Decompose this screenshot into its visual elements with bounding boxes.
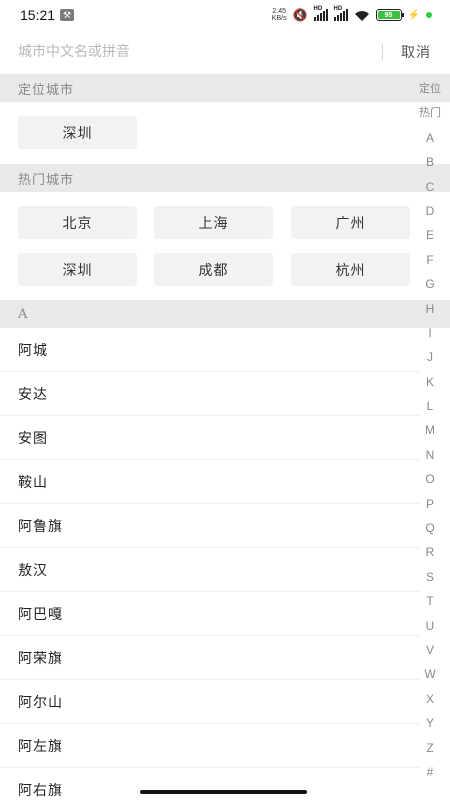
status-bar: 15:21 ⚒ 2.45 KB/s 🔇 HD HD 95 ⚡ bbox=[0, 0, 450, 30]
index-letter-F[interactable]: F bbox=[426, 248, 433, 272]
index-letter-热门[interactable]: 热门 bbox=[419, 101, 441, 125]
status-dot-icon bbox=[426, 12, 432, 18]
hd-label: HD bbox=[333, 6, 343, 12]
city-list-item[interactable]: 安达 bbox=[0, 372, 420, 416]
index-letter-K[interactable]: K bbox=[426, 370, 434, 394]
index-letter-G[interactable]: G bbox=[425, 272, 434, 296]
hot-city-chip[interactable]: 北京 bbox=[18, 206, 137, 239]
cancel-button[interactable]: 取消 bbox=[401, 42, 431, 62]
city-list-item[interactable]: 阿巴嘎 bbox=[0, 592, 420, 636]
battery-icon: 95 bbox=[375, 9, 404, 21]
hot-city-chip[interactable]: 杭州 bbox=[291, 253, 410, 286]
index-letter-N[interactable]: N bbox=[426, 443, 435, 467]
city-list-item[interactable]: 阿左旗 bbox=[0, 724, 420, 768]
network-speed-value: 2.45 bbox=[272, 8, 286, 15]
hot-city-chip[interactable]: 深圳 bbox=[18, 253, 137, 286]
divider bbox=[382, 44, 383, 60]
index-letter-I[interactable]: I bbox=[428, 321, 431, 345]
index-letter-T[interactable]: T bbox=[426, 589, 433, 613]
status-time: 15:21 bbox=[20, 7, 56, 23]
hd-label: HD bbox=[313, 6, 323, 12]
index-letter-H[interactable]: H bbox=[426, 297, 435, 321]
letter-section-header: A bbox=[0, 300, 450, 328]
search-input[interactable] bbox=[0, 30, 365, 74]
hot-city-chip[interactable]: 广州 bbox=[291, 206, 410, 239]
location-section-header: 定位城市 bbox=[0, 74, 450, 102]
signal-icon: HD bbox=[313, 6, 328, 21]
index-letter-A[interactable]: A bbox=[426, 126, 434, 150]
index-letter-Y[interactable]: Y bbox=[426, 711, 434, 735]
index-letter-J[interactable]: J bbox=[427, 345, 433, 369]
wrench-icon: ⚒ bbox=[60, 9, 75, 21]
index-letter-M[interactable]: M bbox=[425, 418, 435, 442]
city-list: 阿城 安达 安图 鞍山 阿鲁旗 敖汉 阿巴嘎 阿荣旗 阿尔山 阿左旗 阿右旗 bbox=[0, 328, 420, 800]
index-letter-B[interactable]: B bbox=[426, 150, 434, 174]
index-letter-O[interactable]: O bbox=[425, 467, 434, 491]
city-list-item[interactable]: 阿城 bbox=[0, 328, 420, 372]
network-speed: 2.45 KB/s bbox=[272, 8, 287, 22]
hot-city-chip[interactable]: 上海 bbox=[154, 206, 273, 239]
index-letter-C[interactable]: C bbox=[426, 175, 435, 199]
city-list-item[interactable]: 安图 bbox=[0, 416, 420, 460]
vibrate-mute-icon: 🔇 bbox=[292, 8, 308, 22]
city-list-item[interactable]: 阿鲁旗 bbox=[0, 504, 420, 548]
index-letter-定位[interactable]: 定位 bbox=[419, 77, 441, 101]
index-letter-X[interactable]: X bbox=[426, 687, 434, 711]
index-letter-D[interactable]: D bbox=[426, 199, 435, 223]
index-letter-R[interactable]: R bbox=[426, 540, 435, 564]
index-letter-S[interactable]: S bbox=[426, 565, 434, 589]
city-list-item[interactable]: 阿尔山 bbox=[0, 680, 420, 724]
battery-level: 95 bbox=[377, 11, 400, 19]
search-bar: 取消 bbox=[0, 30, 450, 74]
signal-icon: HD bbox=[333, 6, 348, 21]
index-letter-V[interactable]: V bbox=[426, 638, 434, 662]
city-list-item[interactable]: 鞍山 bbox=[0, 460, 420, 504]
city-list-item[interactable]: 阿右旗 bbox=[0, 768, 420, 800]
wifi-icon bbox=[354, 9, 370, 21]
index-letter-E[interactable]: E bbox=[426, 223, 434, 247]
city-list-item[interactable]: 敖汉 bbox=[0, 548, 420, 592]
home-indicator[interactable] bbox=[140, 790, 307, 794]
index-letter-L[interactable]: L bbox=[427, 394, 434, 418]
location-city-chip[interactable]: 深圳 bbox=[18, 116, 137, 149]
status-icons: 2.45 KB/s 🔇 HD HD 95 ⚡ bbox=[272, 6, 432, 22]
index-letter-Z[interactable]: Z bbox=[426, 736, 433, 760]
index-letter-W[interactable]: W bbox=[424, 662, 435, 686]
hot-city-chip[interactable]: 成都 bbox=[154, 253, 273, 286]
network-speed-unit: KB/s bbox=[271, 15, 287, 22]
alphabet-index-bar[interactable]: 定位 热门 A B C D E F G H I J K L M N O P Q R S T U V W X Y Z # bbox=[415, 77, 445, 784]
charging-icon: ⚡ bbox=[407, 9, 420, 21]
index-letter-U[interactable]: U bbox=[426, 614, 435, 638]
hot-section-header: 热门城市 bbox=[0, 164, 450, 192]
index-letter-hash[interactable]: # bbox=[427, 760, 434, 784]
city-list-item[interactable]: 阿荣旗 bbox=[0, 636, 420, 680]
index-letter-Q[interactable]: Q bbox=[425, 516, 434, 540]
index-letter-P[interactable]: P bbox=[426, 492, 434, 516]
